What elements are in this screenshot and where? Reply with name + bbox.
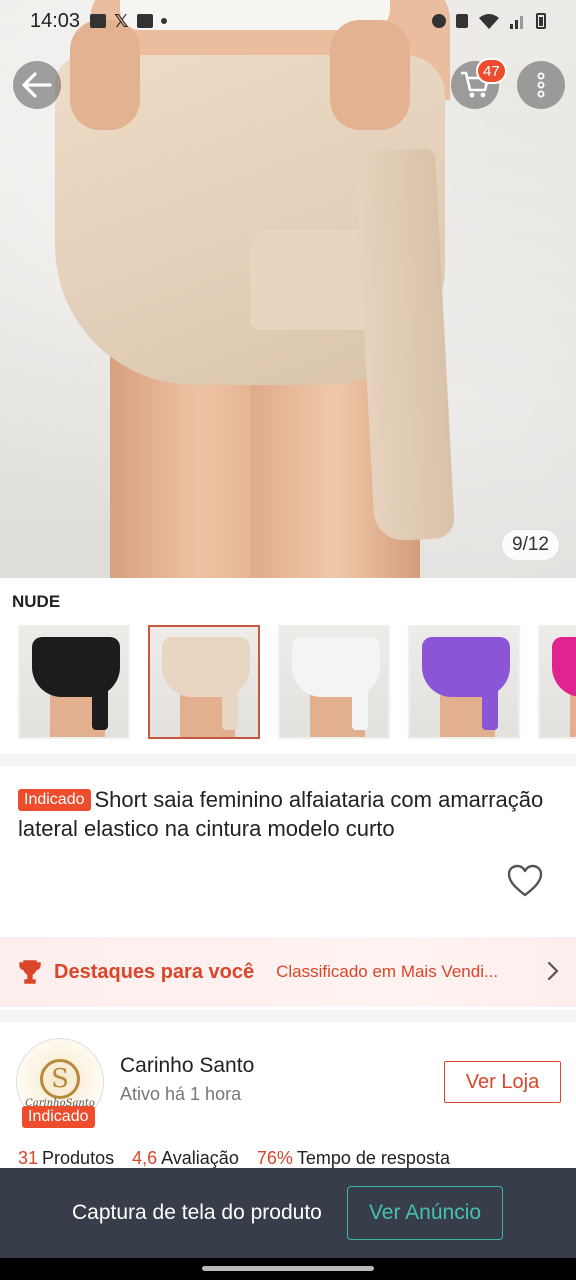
stat-value: 31 — [18, 1148, 39, 1168]
more-notifications-icon — [160, 18, 167, 24]
back-button[interactable] — [13, 61, 61, 109]
thumb-tie — [92, 655, 108, 730]
gallery-icon — [90, 14, 107, 28]
battery-icon — [536, 13, 546, 29]
stat-label: Produtos — [42, 1148, 115, 1168]
recommended-tag: Indicado — [18, 789, 91, 811]
product-title: Short saia feminino alfaiataria com amar… — [18, 787, 544, 841]
system-icons — [432, 13, 546, 29]
shop-logo-monogram: S — [40, 1059, 80, 1099]
signal-icon — [510, 16, 523, 29]
view-listing-button[interactable]: Ver Anúncio — [347, 1186, 503, 1240]
variation-thumb[interactable] — [18, 625, 130, 739]
cart-count-badge: 47 — [476, 58, 507, 84]
mute-icon — [456, 14, 468, 28]
alarm-icon — [432, 14, 446, 28]
overlay-message: Captura de tela do produto — [72, 1201, 322, 1224]
product-title-block: Indicado Short saia feminino alfaiataria … — [18, 785, 563, 843]
thumb-tie — [222, 655, 238, 730]
trophy-icon — [19, 960, 41, 984]
wifi-icon — [479, 14, 499, 29]
shop-stat-products[interactable]: 31 Produtos — [18, 1148, 114, 1169]
x-icon: 𝕏 — [114, 10, 129, 31]
chevron-right-icon — [547, 961, 559, 981]
variation-thumb-selected[interactable] — [148, 625, 260, 739]
shop-name[interactable]: Carinho Santo — [120, 1054, 254, 1078]
highlights-title: Destaques para você — [54, 960, 255, 983]
shop-recommended-badge: Indicado — [22, 1106, 95, 1128]
thumb-tie — [352, 655, 368, 730]
status-time: 14:03 — [30, 9, 81, 32]
stat-value: 76% — [256, 1148, 293, 1168]
youtube-icon — [136, 14, 153, 28]
more-vertical-icon — [537, 72, 545, 98]
status-bar: 14:03 𝕏 — [0, 0, 576, 42]
visit-shop-button[interactable]: Ver Loja — [444, 1061, 561, 1103]
variation-thumb[interactable] — [278, 625, 390, 739]
stat-value: 4,6 — [132, 1148, 158, 1168]
shop-stat-rating[interactable]: 4,6 Avaliação — [132, 1148, 239, 1169]
highlights-subtitle: Classificado em Mais Vendi... — [276, 962, 499, 981]
highlights-banner[interactable]: Destaques para você Classificado em Mais… — [0, 937, 576, 1007]
favorite-button[interactable] — [507, 864, 543, 898]
arrow-left-icon — [22, 72, 52, 98]
heart-icon — [507, 864, 543, 897]
notification-icons: 𝕏 — [90, 11, 167, 32]
image-counter: 9/12 — [501, 529, 560, 561]
stat-label: Avaliação — [161, 1148, 239, 1168]
section-divider — [0, 1010, 576, 1022]
section-divider — [0, 754, 576, 766]
variation-thumb[interactable] — [538, 625, 576, 739]
home-gesture-handle[interactable] — [202, 1266, 374, 1271]
variation-thumb[interactable] — [408, 625, 520, 739]
more-options-button[interactable] — [517, 61, 565, 109]
variation-thumbnails — [18, 625, 576, 741]
stat-label: Tempo de resposta — [296, 1148, 450, 1168]
shop-active-status: Ativo há 1 hora — [120, 1084, 242, 1104]
thumb-tie — [482, 655, 498, 730]
shop-stat-response: 76% Tempo de resposta — [257, 1148, 450, 1169]
shop-stats: 31 Produtos 4,6 Avaliação 76% Tempo de resp… — [18, 1148, 450, 1169]
variation-label: NUDE — [12, 592, 61, 611]
screenshot-overlay: Captura de tela do produto Ver Anúncio — [0, 1168, 576, 1258]
